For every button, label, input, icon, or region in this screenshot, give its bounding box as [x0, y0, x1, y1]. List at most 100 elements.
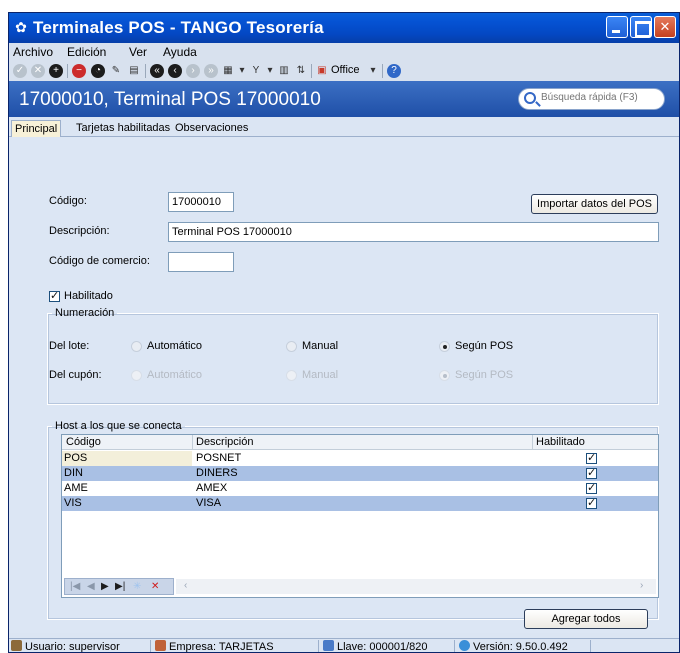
horizontal-scrollbar[interactable]: ‹ ›	[176, 579, 656, 594]
check-icon[interactable]: ✓	[13, 64, 27, 78]
column-header-codigo[interactable]: Código	[66, 436, 101, 448]
cell-descripcion[interactable]: DINERS	[196, 467, 238, 479]
tab-principal[interactable]: Principal	[11, 120, 62, 137]
search-input[interactable]	[541, 92, 661, 103]
next-row-icon[interactable]: ▶	[101, 581, 109, 592]
lote-manual-radio[interactable]	[286, 341, 297, 352]
status-usuario-text: Usuario: supervisor	[25, 641, 120, 653]
last-record-icon[interactable]: »	[204, 64, 218, 78]
user-icon	[11, 640, 22, 651]
cancel-icon[interactable]: ✕	[31, 64, 45, 78]
table-row[interactable]: POS POSNET	[62, 451, 658, 466]
codigo-field[interactable]: 17000010	[168, 192, 234, 212]
row-habilitado-checkbox[interactable]	[586, 481, 597, 494]
columns-icon[interactable]: ▥	[277, 64, 291, 78]
cell-descripcion[interactable]: POSNET	[196, 452, 241, 464]
column-separator	[532, 435, 533, 450]
filter-icon[interactable]: Y	[249, 64, 263, 78]
menu-edicion[interactable]: Edición	[67, 45, 106, 59]
numeracion-group: Numeración	[47, 307, 659, 405]
delete-row-icon[interactable]: ✕	[151, 581, 159, 592]
copy-icon[interactable]: ◔	[91, 64, 105, 78]
comercio-field[interactable]	[168, 252, 234, 272]
first-row-icon[interactable]: |◀	[70, 581, 80, 592]
scroll-left-icon[interactable]: ‹	[184, 580, 187, 591]
cell-codigo[interactable]: AME	[64, 482, 88, 494]
comercio-label: Código de comercio:	[49, 255, 150, 267]
menu-ayuda[interactable]: Ayuda	[163, 45, 197, 59]
lote-label: Del lote:	[49, 340, 90, 352]
dropdown-arrow-icon[interactable]: ▾	[263, 64, 277, 78]
table-row[interactable]: AME AMEX	[62, 481, 658, 496]
help-icon[interactable]: ?	[387, 64, 401, 78]
toolbar-separator	[145, 64, 146, 78]
window-title: Terminales POS - TANGO Tesorería	[33, 18, 324, 37]
import-pos-button[interactable]: Importar datos del POS	[531, 194, 658, 214]
cell-codigo[interactable]: DIN	[64, 467, 83, 479]
close-button[interactable]: ✕	[654, 16, 676, 38]
column-header-habilitado[interactable]: Habilitado	[536, 436, 585, 448]
table-row[interactable]: DIN DINERS	[62, 466, 658, 481]
previous-row-icon[interactable]: ◀	[87, 581, 95, 592]
scroll-right-icon[interactable]: ›	[640, 580, 643, 591]
column-separator	[192, 435, 193, 450]
office-icon[interactable]: ▣	[315, 64, 329, 78]
next-record-icon[interactable]: ›	[186, 64, 200, 78]
status-version-text: Versión: 9.50.0.492	[473, 641, 568, 653]
cupon-manual-label: Manual	[302, 369, 339, 381]
toolbar: ✓ ✕ + − ◔ ✎ ▤ « ‹ › » ▦ ▾ Y ▾ ▥ ⇅ ▣ Offi…	[9, 61, 679, 81]
title-bar[interactable]: ✿ Terminales POS - TANGO Tesorería ✕	[9, 13, 679, 43]
print-icon[interactable]: ▤	[127, 64, 141, 78]
menu-archivo[interactable]: Archivo	[13, 45, 53, 59]
search-icon	[524, 92, 536, 104]
office-menu-label[interactable]: Office	[331, 64, 360, 76]
view-icon[interactable]: ▦	[221, 64, 235, 78]
menu-ver[interactable]: Ver	[129, 45, 147, 59]
company-icon	[155, 640, 166, 651]
toolbar-separator	[311, 64, 312, 78]
row-habilitado-checkbox[interactable]	[586, 496, 597, 509]
column-header-descripcion[interactable]: Descripción	[196, 436, 253, 448]
cell-codigo[interactable]: VIS	[64, 497, 82, 509]
add-all-button[interactable]: Agregar todos	[524, 609, 648, 629]
lote-manual-label: Manual	[302, 340, 339, 352]
add-icon[interactable]: +	[49, 64, 63, 78]
dropdown-arrow-icon[interactable]: ▾	[366, 64, 380, 78]
record-title: 17000010, Terminal POS 17000010	[19, 89, 321, 110]
habilitado-checkbox[interactable]	[49, 289, 60, 302]
habilitado-label: Habilitado	[64, 290, 113, 302]
tab-observaciones[interactable]: Observaciones	[172, 120, 251, 137]
hosts-legend: Host a los que se conecta	[55, 420, 182, 432]
tab-tarjetas-habilitadas[interactable]: Tarjetas habilitadas	[73, 120, 173, 137]
last-row-icon[interactable]: ▶|	[115, 581, 125, 592]
lote-automatico-radio[interactable]	[131, 341, 142, 352]
status-version: Versión: 9.50.0.492	[457, 640, 591, 653]
toolbar-separator	[67, 64, 68, 78]
lote-segun-pos-radio[interactable]	[439, 341, 450, 352]
previous-record-icon[interactable]: ‹	[168, 64, 182, 78]
table-row[interactable]: VIS VISA	[62, 496, 658, 511]
cell-descripcion[interactable]: VISA	[196, 497, 221, 509]
sort-icon[interactable]: ⇅	[294, 64, 308, 78]
menu-bar: Archivo Edición Ver Ayuda	[9, 43, 679, 61]
cupon-segun-pos-radio	[439, 370, 450, 381]
status-llave-text: Llave: 000001/820	[337, 641, 428, 653]
row-habilitado-checkbox[interactable]	[586, 451, 597, 464]
delete-icon[interactable]: −	[72, 64, 86, 78]
row-habilitado-checkbox[interactable]	[586, 466, 597, 479]
dropdown-arrow-icon[interactable]: ▾	[235, 64, 249, 78]
cupon-label: Del cupón:	[49, 369, 102, 381]
cell-codigo[interactable]: POS	[64, 452, 87, 464]
edit-icon[interactable]: ✎	[109, 64, 123, 78]
first-record-icon[interactable]: «	[150, 64, 164, 78]
tango-app-icon[interactable]: ✿	[13, 19, 29, 35]
status-usuario: Usuario: supervisor	[9, 640, 151, 653]
maximize-button[interactable]	[630, 16, 652, 38]
app-window: ✿ Terminales POS - TANGO Tesorería ✕ Arc…	[8, 12, 680, 653]
minimize-button[interactable]	[606, 16, 628, 38]
status-empresa: Empresa: TARJETAS	[153, 640, 319, 652]
quick-search[interactable]	[518, 88, 665, 110]
insert-row-icon[interactable]: ✳	[133, 581, 141, 592]
descripcion-field[interactable]: Terminal POS 17000010	[168, 222, 659, 242]
cell-descripcion[interactable]: AMEX	[196, 482, 227, 494]
